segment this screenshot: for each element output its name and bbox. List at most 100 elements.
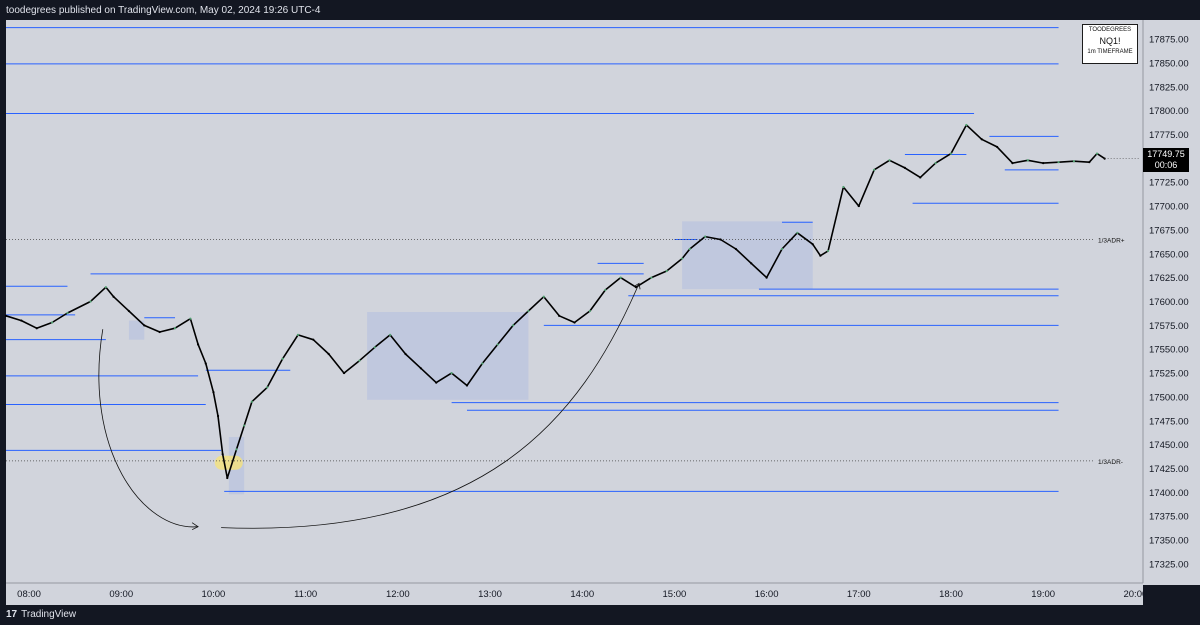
price-point xyxy=(704,235,707,238)
price-point xyxy=(158,330,161,334)
price-point xyxy=(719,238,722,241)
price-point xyxy=(903,166,907,170)
last-price: 17749.75 xyxy=(1147,149,1185,159)
price-point xyxy=(196,343,200,346)
last-price-tag: 17749.75 00:06 xyxy=(1143,148,1189,172)
price-point xyxy=(296,333,300,336)
time-tick-label: 15:00 xyxy=(663,589,687,600)
price-point xyxy=(619,276,622,279)
price-tick-label: 17775.00 xyxy=(1149,130,1189,141)
price-point xyxy=(112,295,115,298)
price-point xyxy=(312,338,315,341)
price-point xyxy=(250,400,253,403)
price-point xyxy=(1088,161,1091,164)
price-point xyxy=(1057,161,1060,164)
price-tick-label: 17350.00 xyxy=(1149,536,1189,547)
price-point xyxy=(1026,159,1029,162)
price-point xyxy=(780,247,784,251)
price-tick-label: 17500.00 xyxy=(1149,392,1189,403)
price-tick-label: 17600.00 xyxy=(1149,297,1189,308)
price-tick-label: 17825.00 xyxy=(1149,82,1189,93)
price-point xyxy=(266,386,269,389)
price-point xyxy=(765,276,768,279)
adr-label: 1/3ADR+ xyxy=(1098,237,1125,244)
time-tick-label: 16:00 xyxy=(755,589,779,600)
footer[interactable]: 17 TradingView xyxy=(6,609,76,620)
price-point xyxy=(1095,152,1099,155)
price-tick-label: 17575.00 xyxy=(1149,321,1189,332)
price-tick-label: 17400.00 xyxy=(1149,488,1189,499)
time-tick-label: 11:00 xyxy=(294,589,317,600)
price-point xyxy=(734,247,737,251)
price-point xyxy=(496,343,499,346)
price-point xyxy=(796,231,799,234)
price-point xyxy=(221,453,224,456)
time-tick-label: 17:00 xyxy=(847,589,871,600)
info-author: TOODEGREES xyxy=(1088,27,1132,33)
symbol-info-box: TOODEGREES NQ1! 1m TIMEFRAME xyxy=(1082,24,1138,64)
price-point xyxy=(342,371,346,375)
price-point xyxy=(189,317,192,320)
price-point xyxy=(66,311,69,315)
time-tick-label: 08:00 xyxy=(17,589,41,600)
price-point xyxy=(857,204,860,208)
price-point xyxy=(465,384,469,387)
price-point xyxy=(811,243,814,246)
price-point xyxy=(127,309,131,313)
price-point xyxy=(173,327,177,330)
liquidity-highlight xyxy=(214,455,243,470)
price-point xyxy=(281,357,284,360)
price-point xyxy=(604,288,607,292)
price-point xyxy=(949,152,953,155)
footer-brand: TradingView xyxy=(21,609,77,620)
adr-label: 1/3ADR- xyxy=(1098,459,1123,466)
price-point xyxy=(212,391,215,394)
consolidation-zone xyxy=(682,221,813,290)
price-point xyxy=(358,359,361,362)
price-point xyxy=(819,254,822,257)
price-chart[interactable]: 1/3ADR+ 1/3ADR- 17325.0017350.0017375.001… xyxy=(0,20,1200,605)
price-point xyxy=(688,247,691,251)
time-tick-label: 10:00 xyxy=(202,589,226,600)
price-point xyxy=(50,321,54,324)
price-point xyxy=(435,381,438,384)
price-point xyxy=(573,321,576,324)
time-tick-label: 20:00 xyxy=(1123,589,1147,600)
price-tick-label: 17725.00 xyxy=(1149,178,1189,189)
price-tick-label: 17475.00 xyxy=(1149,416,1189,427)
price-point xyxy=(965,123,968,127)
publish-header: toodegrees published on TradingView.com,… xyxy=(6,5,321,16)
price-point xyxy=(527,309,530,313)
price-point xyxy=(226,476,229,480)
consolidation-zone xyxy=(367,311,529,400)
price-axis-ticks: 17325.00 17350.00 17375.00 17400.00 17425.00… xyxy=(1149,35,1189,571)
time-tick-label: 14:00 xyxy=(570,589,594,600)
price-tick-label: 17625.00 xyxy=(1149,273,1189,284)
bar-countdown: 00:06 xyxy=(1154,160,1178,170)
info-timeframe: 1m TIMEFRAME xyxy=(1087,49,1133,55)
price-point xyxy=(558,314,561,317)
time-tick-label: 18:00 xyxy=(939,589,963,600)
price-tick-label: 17850.00 xyxy=(1149,58,1189,69)
price-point xyxy=(934,162,937,165)
price-point xyxy=(665,269,668,273)
price-point xyxy=(873,168,876,171)
price-point xyxy=(1042,162,1045,165)
price-tick-label: 17800.00 xyxy=(1149,106,1189,117)
price-point xyxy=(450,371,453,375)
price-point xyxy=(204,362,207,365)
price-point xyxy=(750,262,753,265)
price-point xyxy=(104,286,107,289)
info-symbol: NQ1! xyxy=(1099,36,1121,46)
price-point xyxy=(4,314,8,317)
price-point xyxy=(919,176,922,179)
price-point xyxy=(419,367,422,370)
price-point xyxy=(980,138,983,141)
tradingview-logo-icon: 17 xyxy=(6,609,18,620)
time-tick-label: 19:00 xyxy=(1031,589,1055,600)
price-point xyxy=(995,145,999,149)
price-tick-label: 17525.00 xyxy=(1149,369,1189,380)
price-tick-label: 17650.00 xyxy=(1149,249,1189,260)
price-point xyxy=(650,276,653,279)
price-point xyxy=(404,352,407,356)
